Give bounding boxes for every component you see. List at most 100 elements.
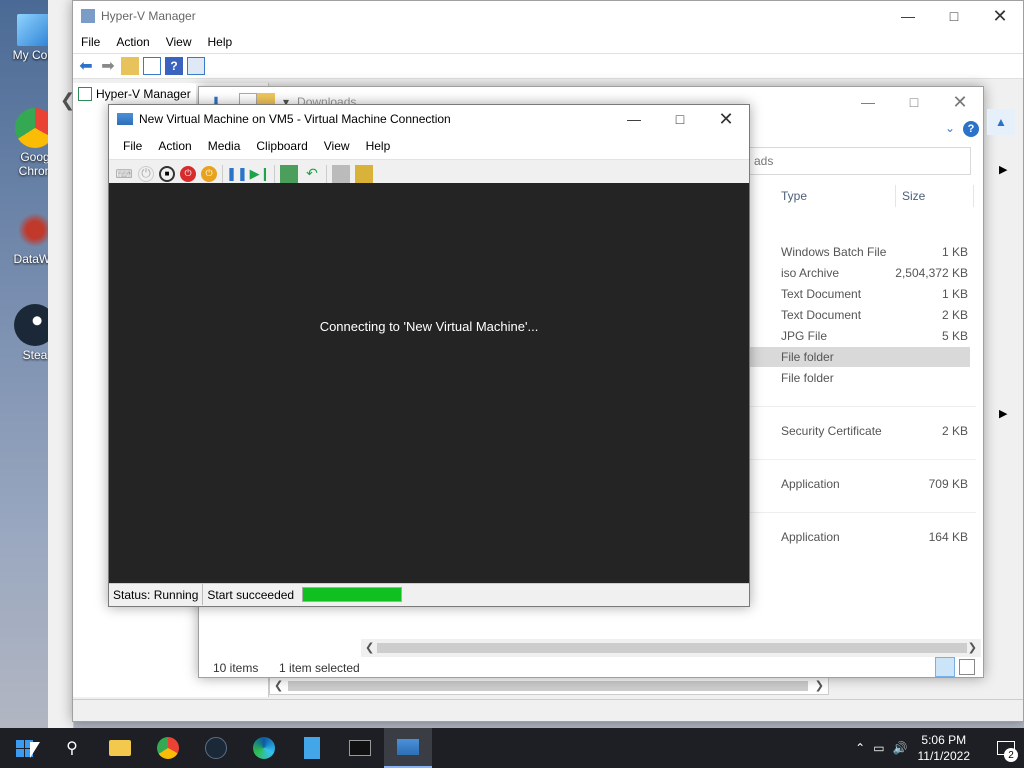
help-icon[interactable]: ?	[165, 57, 183, 75]
network-icon[interactable]: ▭	[873, 741, 884, 755]
menu-action[interactable]: Action	[108, 35, 157, 49]
file-row[interactable]: iso Archive 2,504,372 KB	[780, 263, 970, 283]
file-row[interactable]: Text Document 1 KB	[780, 284, 970, 304]
file-row[interactable]: Text Document 2 KB	[780, 305, 970, 325]
file-row[interactable]: Windows Batch File 1 KB	[780, 242, 970, 262]
vm-titlebar: New Virtual Machine on VM5 - Virtual Mac…	[109, 105, 749, 133]
properties-icon[interactable]	[187, 57, 205, 75]
shut-down-icon[interactable]: ⏻	[180, 165, 196, 182]
enhanced-session-icon[interactable]	[332, 164, 350, 183]
menu-file[interactable]: File	[109, 139, 150, 153]
nav-scroll-up[interactable]: ▲	[987, 109, 1015, 135]
large-icons-view-button[interactable]	[959, 659, 975, 675]
vm-result-text: Start succeeded	[207, 587, 295, 602]
resume-icon[interactable]: ▶❙	[250, 165, 271, 183]
search-button[interactable]: ⚲	[48, 728, 96, 768]
close-button[interactable]: ✕	[977, 1, 1023, 31]
column-header-size[interactable]: Size	[902, 189, 962, 203]
minimize-button[interactable]: —	[611, 104, 657, 134]
tray-chevron-up-icon[interactable]: ⌃	[855, 741, 865, 755]
scroll-left-icon[interactable]: ❮	[274, 679, 283, 692]
turn-off-icon[interactable]: ■	[159, 165, 175, 182]
file-row[interactable]: JPG File 5 KB	[780, 326, 970, 346]
building-app-taskbar-button[interactable]	[288, 728, 336, 768]
close-button[interactable]: ✕	[937, 87, 983, 117]
explorer-status-selected: 1 item selected	[279, 661, 360, 675]
minimize-button[interactable]: —	[885, 1, 931, 31]
maximize-button[interactable]: □	[657, 104, 703, 134]
vm-menubar: File Action Media Clipboard View Help	[109, 133, 749, 159]
column-divider[interactable]	[895, 185, 896, 207]
file-row[interactable]: Application 164 KB	[780, 527, 970, 547]
menu-media[interactable]: Media	[200, 139, 249, 153]
expand-right-icon[interactable]: ▶	[999, 163, 1007, 176]
file-size: 1 KB	[941, 245, 968, 259]
menu-view[interactable]: View	[316, 139, 358, 153]
vm-progress-fill	[303, 588, 402, 601]
edge-taskbar-button[interactable]	[240, 728, 288, 768]
minimize-button[interactable]: —	[845, 87, 891, 117]
file-row[interactable]: File folder	[780, 368, 970, 388]
forward-arrow-icon[interactable]: ➡	[99, 57, 117, 75]
maximize-button[interactable]: □	[891, 87, 937, 117]
checkpoint-icon[interactable]	[280, 164, 298, 183]
chrome-taskbar-button[interactable]	[144, 728, 192, 768]
toolbar-divider	[326, 164, 327, 183]
close-button[interactable]: ✕	[703, 104, 749, 134]
notification-center-button[interactable]: 2	[988, 728, 1024, 768]
start-icon[interactable]: ⏻	[138, 165, 154, 182]
details-view-button[interactable]	[935, 657, 955, 677]
row-divider	[750, 406, 976, 407]
back-arrow-icon[interactable]: ⬅	[77, 57, 95, 75]
menu-action[interactable]: Action	[150, 139, 199, 153]
save-icon[interactable]: ⏻	[201, 165, 217, 182]
row-divider	[750, 459, 976, 460]
tree-root-label: Hyper-V Manager	[96, 87, 191, 101]
file-row-selected[interactable]: File folder	[750, 347, 970, 367]
menu-file[interactable]: File	[73, 35, 108, 49]
column-divider[interactable]	[973, 185, 974, 207]
help-icon[interactable]: ?	[963, 121, 979, 137]
file-explorer-taskbar-button[interactable]	[96, 728, 144, 768]
menu-view[interactable]: View	[158, 35, 200, 49]
column-header-type[interactable]: Type	[781, 189, 893, 203]
ribbon-expand-icon[interactable]: ⌄	[945, 121, 955, 135]
maximize-button[interactable]: □	[931, 1, 977, 31]
menu-help[interactable]: Help	[358, 139, 399, 153]
scroll-thumb[interactable]	[288, 681, 808, 691]
hyperv-menubar: File Action View Help	[73, 31, 1023, 53]
cmd-taskbar-button[interactable]	[336, 728, 384, 768]
vm-display[interactable]: Connecting to 'New Virtual Machine'...	[109, 183, 749, 583]
vm-status-bar: Status: Running Start succeeded	[109, 583, 749, 605]
start-button[interactable]	[0, 728, 48, 768]
ctrl-alt-del-icon[interactable]: ⌨	[115, 165, 133, 183]
menu-clipboard[interactable]: Clipboard	[248, 139, 315, 153]
file-size: 709 KB	[928, 477, 968, 491]
clock[interactable]: 5:06 PM 11/1/2022	[918, 732, 971, 764]
file-type: Application	[781, 530, 840, 544]
expand-right-icon[interactable]: ▶	[999, 407, 1007, 420]
hyperv-status-bar	[73, 699, 1023, 721]
file-type: File folder	[781, 350, 834, 364]
revert-icon[interactable]: ↶	[303, 165, 321, 183]
steam-taskbar-button[interactable]	[192, 728, 240, 768]
vm-connection-taskbar-button[interactable]	[384, 728, 432, 768]
hyperv-horizontal-scrollbar[interactable]: ❮ ❯	[269, 677, 829, 695]
volume-icon[interactable]: 🔊	[893, 741, 908, 755]
scroll-thumb[interactable]	[377, 643, 967, 653]
scroll-right-icon[interactable]: ❯	[815, 679, 824, 692]
pause-icon[interactable]: ❚❚	[226, 165, 248, 183]
vm-window-title: New Virtual Machine on VM5 - Virtual Mac…	[139, 112, 451, 126]
search-box[interactable]: ads	[749, 147, 971, 175]
file-row[interactable]: Application 709 KB	[780, 474, 970, 494]
scroll-right-icon[interactable]: ❯	[968, 641, 977, 654]
scroll-left-icon[interactable]: ❮	[365, 641, 374, 654]
terminal-icon	[349, 740, 371, 756]
menu-help[interactable]: Help	[200, 35, 241, 49]
explorer-horizontal-scrollbar[interactable]: ❮ ❯	[361, 639, 981, 657]
up-folder-icon[interactable]	[121, 57, 139, 75]
share-icon[interactable]	[355, 164, 373, 183]
show-hide-tree-icon[interactable]	[143, 57, 161, 75]
hyperv-tree-label-overlay[interactable]: Hyper-V Manager	[76, 84, 196, 104]
file-row[interactable]: Security Certificate 2 KB	[780, 421, 970, 441]
